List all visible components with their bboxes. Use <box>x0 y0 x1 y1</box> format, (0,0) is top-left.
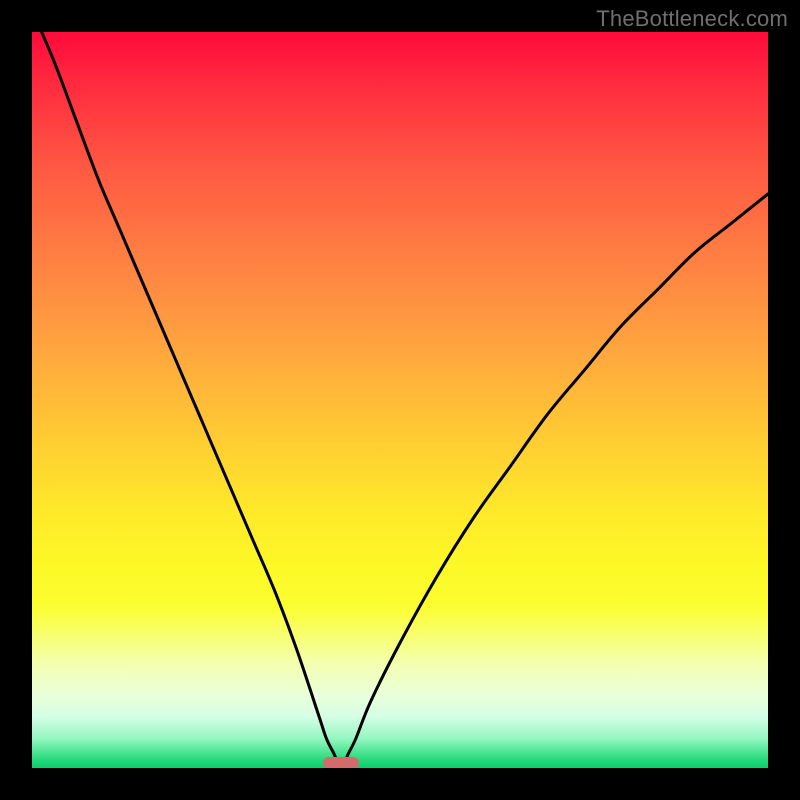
chart-frame: TheBottleneck.com <box>0 0 800 800</box>
plot-area <box>32 32 768 768</box>
watermark-text: TheBottleneck.com <box>596 6 788 32</box>
optimum-marker <box>323 757 359 768</box>
bottleneck-curve <box>32 32 768 768</box>
